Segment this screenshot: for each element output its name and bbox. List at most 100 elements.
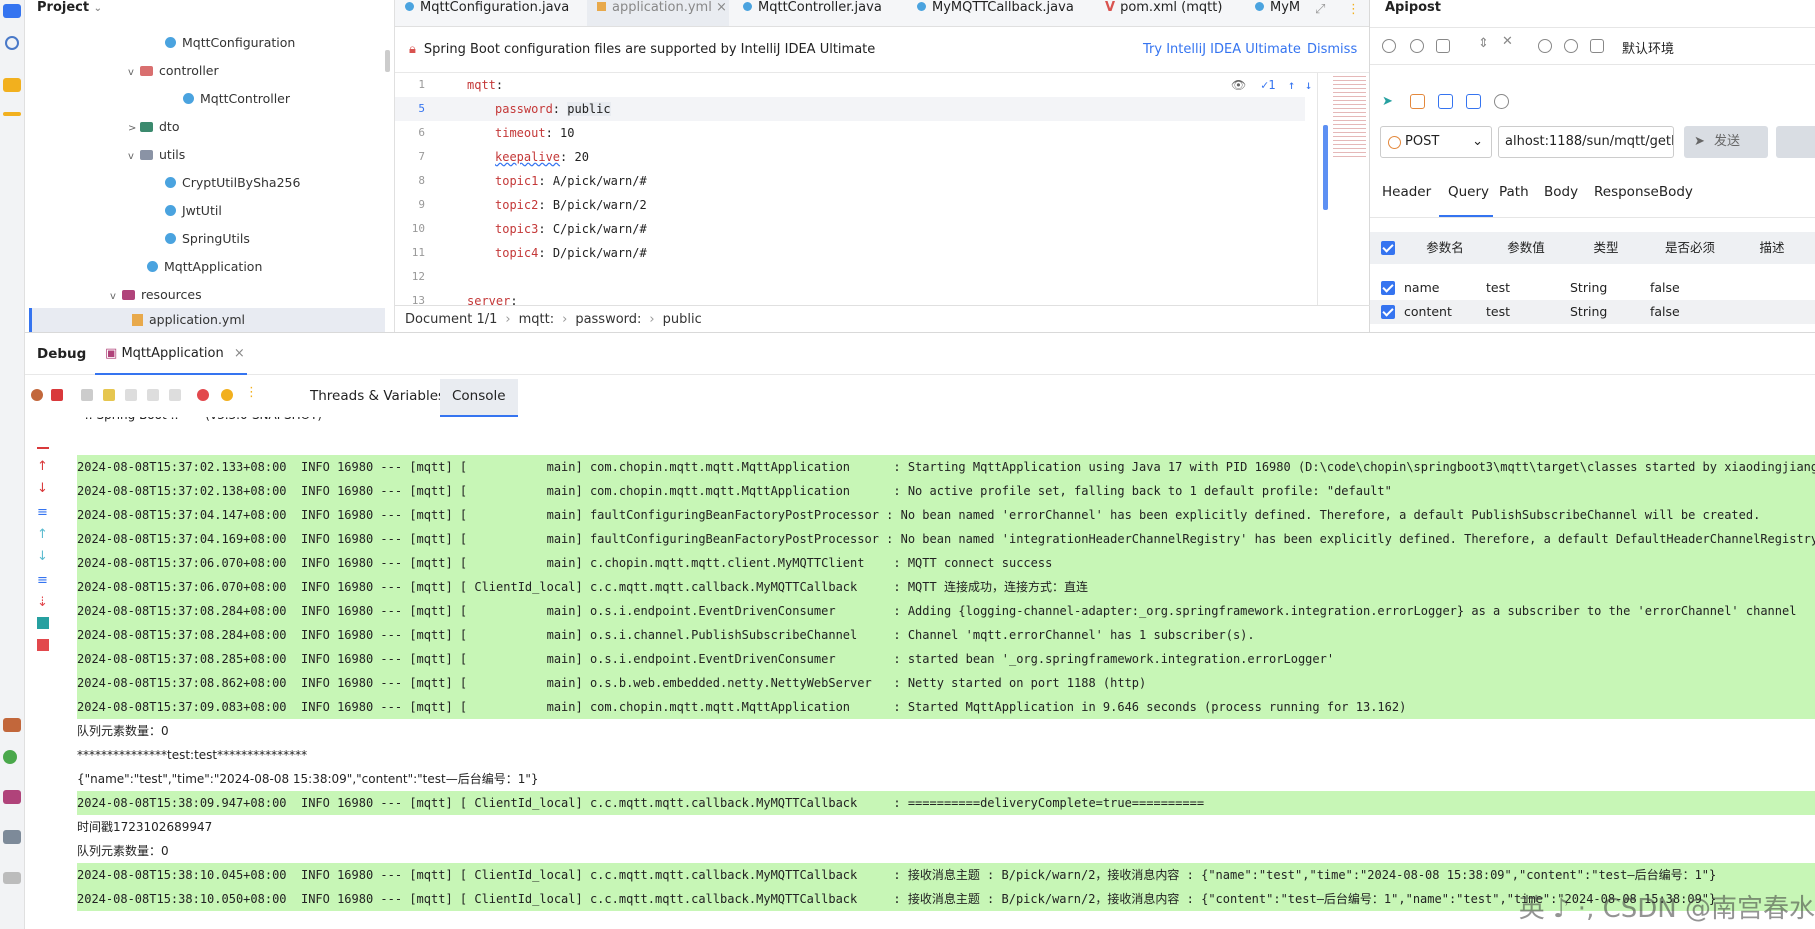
expand-icon[interactable]: > xyxy=(128,117,140,141)
send-icon[interactable]: ➤ xyxy=(1382,94,1397,109)
project-header[interactable]: Project ⌄ xyxy=(25,0,394,18)
arrow-up-icon[interactable]: ↑ xyxy=(1288,73,1295,97)
services-icon[interactable] xyxy=(3,718,21,732)
tree-item[interactable]: MqttController xyxy=(183,87,290,111)
tab-path[interactable]: Path xyxy=(1499,184,1529,200)
scrollbar[interactable] xyxy=(385,50,390,72)
docs-icon[interactable] xyxy=(1466,94,1481,109)
step-over-icon[interactable] xyxy=(125,389,137,401)
tab-overflow[interactable]: MyM xyxy=(1245,0,1310,26)
tree-item-selected[interactable]: application.yml xyxy=(29,308,385,332)
print-icon[interactable] xyxy=(37,617,49,629)
arrow-up-icon[interactable]: ↑ xyxy=(37,459,49,474)
close-icon[interactable]: × xyxy=(716,0,727,15)
mute-breakpoints-icon[interactable] xyxy=(221,389,233,401)
expand-icon[interactable]: ⤢ xyxy=(1315,2,1325,17)
up-icon[interactable]: ↑ xyxy=(37,527,49,542)
tree-item[interactable]: v resources xyxy=(110,283,202,307)
row-checkbox[interactable] xyxy=(1381,281,1395,295)
close-icon[interactable]: ✕ xyxy=(1502,34,1516,49)
arrow-down-icon[interactable]: ↓ xyxy=(37,481,49,496)
headset-icon[interactable] xyxy=(1590,39,1604,53)
tree-item[interactable]: SpringUtils xyxy=(165,227,250,251)
run-tab[interactable]: ▣ MqttApplication × xyxy=(95,333,255,375)
tab-pom-xml[interactable]: Vpom.xml (mqtt) xyxy=(1095,0,1232,26)
share-icon[interactable] xyxy=(1410,94,1425,109)
down-icon[interactable]: ↓ xyxy=(37,549,49,564)
tab-application-yml[interactable]: application.yml × xyxy=(587,0,729,26)
table-row[interactable]: name test String false xyxy=(1370,276,1815,300)
tab-mqtt-configuration[interactable]: MqttConfiguration.java xyxy=(395,0,579,26)
expand-icon[interactable]: v xyxy=(128,145,140,169)
tree-item[interactable]: v utils xyxy=(128,143,185,167)
tree-item[interactable]: MqttApplication xyxy=(147,255,262,279)
step-out-icon[interactable] xyxy=(169,389,181,401)
table-row[interactable]: content test String false xyxy=(1370,300,1815,324)
wrap-icon[interactable]: ≡ xyxy=(37,573,49,588)
clear-icon[interactable] xyxy=(37,437,49,449)
chevron-down-icon[interactable]: ⌄ xyxy=(94,3,102,14)
expand-collapse-icon[interactable]: ⇕ xyxy=(1478,36,1492,51)
help-icon[interactable] xyxy=(1564,39,1578,53)
terminal-icon[interactable] xyxy=(3,790,21,804)
row-checkbox[interactable] xyxy=(1381,305,1395,319)
resume-icon[interactable] xyxy=(81,389,93,401)
step-into-icon[interactable] xyxy=(147,389,159,401)
try-ultimate-link[interactable]: Try IntelliJ IDEA Ultimate xyxy=(1143,27,1301,73)
tree-item[interactable]: v controller xyxy=(128,59,219,83)
project-icon[interactable] xyxy=(3,4,21,18)
search-icon[interactable] xyxy=(5,36,19,50)
tree-item[interactable]: CryptUtilBySha256 xyxy=(165,171,300,195)
edit-icon[interactable] xyxy=(1436,39,1450,53)
tree-item[interactable]: > dto xyxy=(128,115,179,139)
gear-icon[interactable] xyxy=(1538,39,1552,53)
expand-icon[interactable]: v xyxy=(128,61,140,85)
minimap[interactable] xyxy=(1333,73,1366,158)
tab-mymqtt-callback[interactable]: MyMQTTCallback.java xyxy=(907,0,1084,26)
tab-header[interactable]: Header xyxy=(1382,184,1431,200)
history-icon[interactable] xyxy=(1494,94,1509,109)
arrow-down-icon[interactable]: ↓ xyxy=(1305,73,1312,97)
url-input[interactable]: alhost:1188/sun/mqtt/getMsg xyxy=(1498,126,1674,158)
console-output[interactable]: :: Spring Boot :: (v3.3.0-SNAPSHOT)2024-… xyxy=(77,417,1815,929)
expand-icon[interactable]: v xyxy=(110,285,122,309)
problems-icon[interactable] xyxy=(3,830,21,844)
scrollbar[interactable] xyxy=(1323,125,1328,210)
tab-mqtt-controller[interactable]: MqttController.java xyxy=(733,0,892,26)
tab-response-body[interactable]: ResponseBody xyxy=(1594,184,1693,200)
delete-icon[interactable] xyxy=(37,639,49,651)
stop-icon[interactable] xyxy=(51,389,63,401)
tab-query[interactable]: Query xyxy=(1448,184,1489,200)
code-area[interactable]: 1 mqtt: 👁︎ ✓1 ↑ ↓ 5 password: public 6 time… xyxy=(395,73,1315,305)
tab-threads-variables[interactable]: Threads & Variables xyxy=(310,375,445,417)
close-icon[interactable]: × xyxy=(234,346,245,361)
dots-icon[interactable] xyxy=(3,112,21,116)
send-button[interactable]: ➤ 发送 xyxy=(1684,126,1768,158)
more-icon[interactable]: ⋮ xyxy=(245,385,258,400)
pause-icon[interactable] xyxy=(103,389,115,401)
tab-body[interactable]: Body xyxy=(1544,184,1578,200)
method-select[interactable]: POST ⌄ xyxy=(1380,126,1492,158)
column-header: 是否必须 xyxy=(1664,240,1715,255)
gear-icon[interactable] xyxy=(3,750,17,764)
more-icon[interactable]: ⋮ xyxy=(1347,2,1360,17)
tree-item[interactable]: MqttConfiguration xyxy=(165,31,295,55)
sort-icon[interactable]: ≡ xyxy=(37,505,49,520)
environment-selector[interactable]: 默认环境 xyxy=(1622,38,1674,57)
column-header: 参数名 xyxy=(1426,240,1464,255)
breakpoints-icon[interactable] xyxy=(197,389,209,401)
tree-item[interactable]: JwtUtil xyxy=(165,199,222,223)
inspection-count[interactable]: ✓1 xyxy=(1261,73,1275,97)
rerun-icon[interactable] xyxy=(31,389,43,401)
upload-button[interactable] xyxy=(1776,126,1815,158)
search-icon[interactable] xyxy=(1410,39,1424,53)
warning-icon[interactable] xyxy=(3,872,21,884)
select-all-checkbox[interactable] xyxy=(1381,241,1395,255)
dismiss-link[interactable]: Dismiss xyxy=(1307,27,1357,73)
tab-console[interactable]: Console xyxy=(440,379,518,417)
save-icon[interactable] xyxy=(1438,94,1453,109)
refresh-icon[interactable] xyxy=(1382,39,1396,53)
structure-icon[interactable] xyxy=(3,78,21,92)
scroll-end-icon[interactable]: ⇣ xyxy=(37,595,49,610)
reader-mode-icon[interactable]: 👁︎ xyxy=(1231,73,1246,97)
